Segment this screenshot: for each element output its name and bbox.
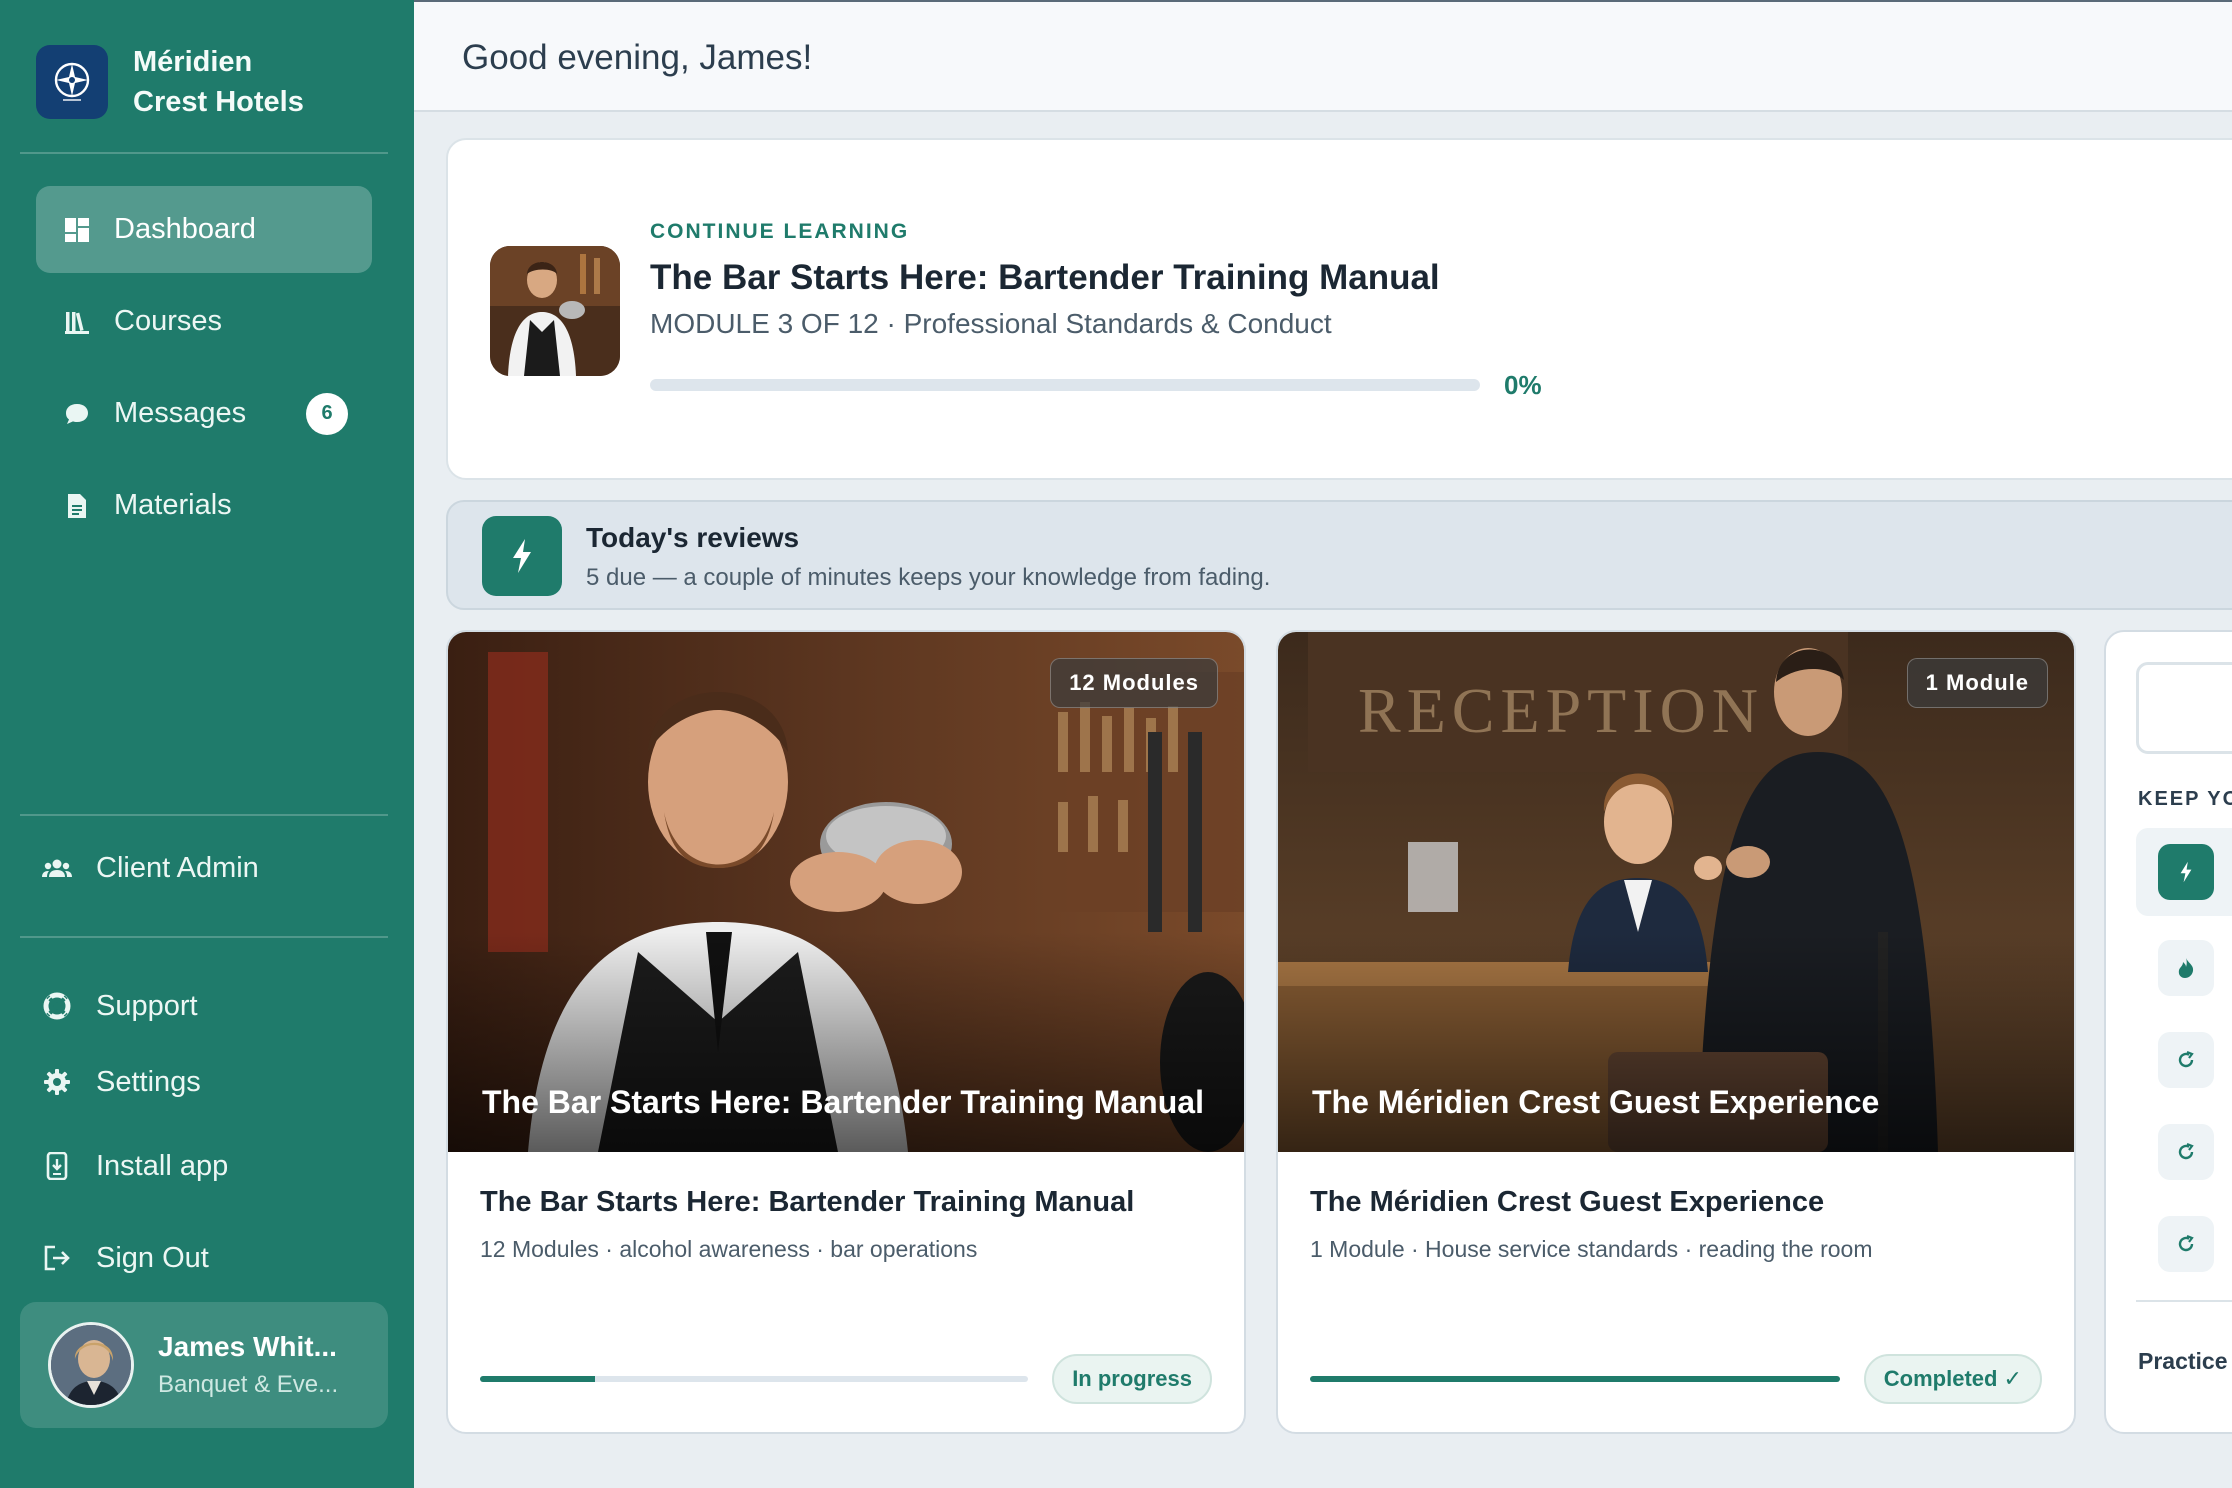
sidebar-item-install-app[interactable]: Install app — [42, 1136, 228, 1196]
flame-icon[interactable] — [2158, 940, 2214, 996]
continue-course-title: The Bar Starts Here: Bartender Training … — [650, 258, 1440, 297]
dashboard-icon — [62, 215, 92, 245]
todays-reviews-banner[interactable]: Today's reviews 5 due — a couple of minu… — [446, 500, 2232, 610]
brand-name-line1: Méridien — [133, 46, 253, 78]
unread-count-badge: 6 — [306, 392, 348, 435]
svg-text:RECEPTION: RECEPTION — [1358, 675, 1764, 746]
continue-learning-label: CONTINUE LEARNING — [650, 220, 910, 243]
course-card[interactable]: RECEPTION 1 Module The Méridien Crest Gu… — [1276, 630, 2076, 1434]
status-badge: Completed ✓ — [1863, 1354, 2042, 1404]
sidebar-item-label: Messages — [114, 397, 247, 429]
course-thumbnail — [490, 246, 620, 376]
sidebar-item-support[interactable]: Support — [42, 976, 198, 1036]
course-hero-image: RECEPTION 1 Module The Méridien Crest Gu… — [1278, 632, 2074, 1152]
right-panel: KEEP YO Practice — [2104, 630, 2232, 1434]
reviews-title: Today's reviews — [586, 522, 800, 553]
sidebar-item-client-admin[interactable]: Client Admin — [42, 838, 259, 898]
panel-section-label: KEEP YO — [2138, 788, 2232, 810]
lightning-icon — [2158, 844, 2214, 900]
lifebuoy-icon — [42, 991, 72, 1021]
lightning-icon — [482, 516, 562, 596]
sidebar-item-dashboard[interactable]: Dashboard — [36, 186, 372, 273]
sidebar-item-sign-out[interactable]: Sign Out — [42, 1228, 209, 1288]
sidebar-item-courses[interactable]: Courses — [36, 278, 372, 365]
sidebar-item-label: Client Admin — [96, 851, 259, 884]
compass-icon — [36, 45, 108, 119]
module-count-badge: 12 Modules — [1050, 658, 1218, 708]
books-icon — [62, 307, 92, 337]
course-meta: 1 Module · House service standards · rea… — [1310, 1236, 1873, 1262]
continue-learning-card[interactable]: CONTINUE LEARNING The Bar Starts Here: B… — [446, 138, 2232, 480]
sidebar-item-label: Support — [96, 989, 198, 1022]
sidebar-item-label: Settings — [96, 1065, 201, 1098]
sidebar-item-label: Install app — [96, 1149, 229, 1182]
document-icon — [62, 491, 92, 521]
course-progress-fill — [1310, 1376, 1840, 1382]
course-card[interactable]: 12 Modules The Bar Starts Here: Bartende… — [446, 630, 1246, 1434]
refresh-icon[interactable] — [2158, 1124, 2214, 1180]
users-group-icon — [42, 853, 72, 883]
hero-course-title: The Bar Starts Here: Bartender Training … — [482, 1084, 1204, 1120]
panel-input[interactable] — [2136, 662, 2232, 754]
continue-module-subtitle: MODULE 3 OF 12 · Professional Standards … — [650, 308, 1332, 339]
user-profile-card[interactable]: James Whit... Banquet & Eve... — [20, 1302, 388, 1428]
module-count-badge: 1 Module — [1906, 658, 2048, 708]
top-header: Good evening, James! — [414, 0, 2232, 112]
sidebar-item-label: Materials — [114, 489, 232, 521]
sidebar-item-materials[interactable]: Materials — [36, 462, 372, 549]
sidebar-divider — [20, 936, 388, 938]
sidebar-item-label: Courses — [114, 305, 222, 337]
course-progress-bar — [480, 1376, 1028, 1382]
sidebar-item-label: Dashboard — [114, 213, 256, 245]
sidebar-item-settings[interactable]: Settings — [42, 1052, 201, 1112]
continue-progress-percent: 0% — [1504, 370, 1542, 400]
status-badge: In progress — [1052, 1354, 1212, 1404]
user-name: James Whit... — [158, 1331, 337, 1362]
sidebar-divider — [20, 814, 388, 816]
avatar — [48, 1322, 134, 1408]
panel-divider — [2136, 1300, 2232, 1302]
reviews-subtitle: 5 due — a couple of minutes keeps your k… — [586, 564, 1271, 591]
course-hero-image: 12 Modules The Bar Starts Here: Bartende… — [448, 632, 1244, 1152]
brand-name-line2: Crest Hotels — [133, 86, 304, 118]
course-progress-fill — [480, 1376, 596, 1382]
refresh-icon[interactable] — [2158, 1032, 2214, 1088]
install-app-icon — [42, 1151, 72, 1181]
course-meta: 12 Modules · alcohol awareness · bar ope… — [480, 1236, 978, 1262]
gear-icon — [42, 1067, 72, 1097]
practice-label[interactable]: Practice — [2138, 1348, 2228, 1375]
sign-out-icon — [42, 1243, 72, 1273]
course-title: The Méridien Crest Guest Experience — [1310, 1186, 1825, 1218]
brand-name: Méridien Crest Hotels — [133, 42, 304, 122]
continue-progress-bar — [650, 379, 1480, 391]
hero-course-title: The Méridien Crest Guest Experience — [1312, 1084, 1880, 1120]
chat-bubble-icon — [62, 399, 92, 429]
sidebar-item-label: Sign Out — [96, 1241, 209, 1274]
course-title: The Bar Starts Here: Bartender Training … — [480, 1186, 1135, 1218]
user-role: Banquet & Eve... — [158, 1371, 339, 1398]
refresh-icon[interactable] — [2158, 1216, 2214, 1272]
sidebar: Méridien Crest Hotels Dashboard Courses … — [0, 0, 414, 1488]
sidebar-divider — [20, 152, 388, 154]
sidebar-item-messages[interactable]: Messages 6 — [36, 370, 372, 457]
course-progress-bar — [1310, 1376, 1840, 1382]
brand[interactable]: Méridien Crest Hotels — [36, 42, 304, 122]
page-greeting: Good evening, James! — [462, 38, 813, 77]
